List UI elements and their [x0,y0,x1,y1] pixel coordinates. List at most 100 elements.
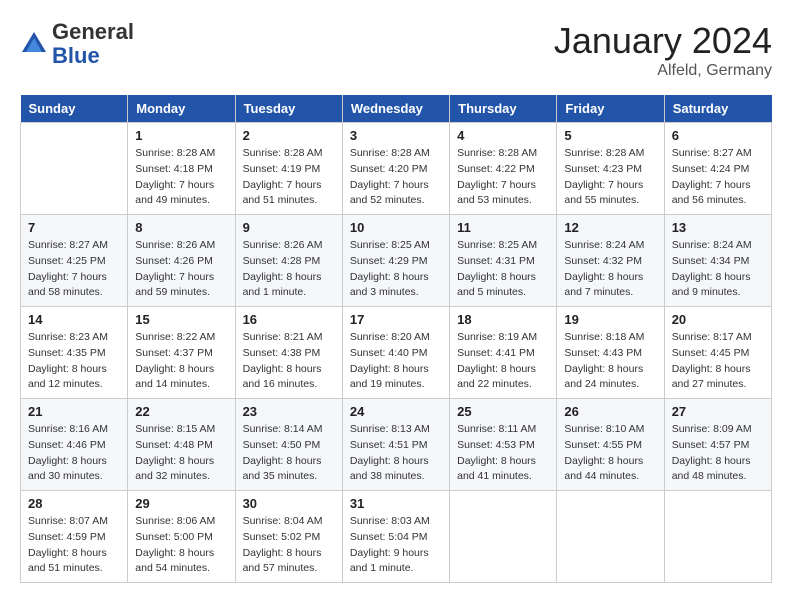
calendar-week-2: 7 Sunrise: 8:27 AMSunset: 4:25 PMDaylight… [21,215,772,307]
day-number: 16 [243,312,335,327]
calendar-week-4: 21 Sunrise: 8:16 AMSunset: 4:46 PMDayligh… [21,399,772,491]
day-number: 12 [564,220,656,235]
day-info: Sunrise: 8:28 AMSunset: 4:18 PMDaylight:… [135,146,227,209]
header-row: Sunday Monday Tuesday Wednesday Thursday… [21,95,772,123]
day-info: Sunrise: 8:24 AMSunset: 4:34 PMDaylight:… [672,238,764,301]
day-info: Sunrise: 8:13 AMSunset: 4:51 PMDaylight:… [350,422,442,485]
col-friday: Friday [557,95,664,123]
day-number: 22 [135,404,227,419]
day-info: Sunrise: 8:28 AMSunset: 4:19 PMDaylight:… [243,146,335,209]
calendar-cell: 24 Sunrise: 8:13 AMSunset: 4:51 PMDayligh… [342,399,449,491]
day-number: 31 [350,496,442,511]
calendar-cell: 11 Sunrise: 8:25 AMSunset: 4:31 PMDayligh… [450,215,557,307]
calendar-cell: 7 Sunrise: 8:27 AMSunset: 4:25 PMDaylight… [21,215,128,307]
day-number: 15 [135,312,227,327]
day-info: Sunrise: 8:18 AMSunset: 4:43 PMDaylight:… [564,330,656,393]
col-wednesday: Wednesday [342,95,449,123]
calendar-cell: 14 Sunrise: 8:23 AMSunset: 4:35 PMDayligh… [21,307,128,399]
calendar-cell: 13Sunrise: 8:24 AMSunset: 4:34 PMDayligh… [664,215,771,307]
calendar-cell: 5 Sunrise: 8:28 AMSunset: 4:23 PMDaylight… [557,123,664,215]
day-info: Sunrise: 8:16 AMSunset: 4:46 PMDaylight:… [28,422,120,485]
calendar-table: Sunday Monday Tuesday Wednesday Thursday… [20,95,772,583]
calendar-cell: 26 Sunrise: 8:10 AMSunset: 4:55 PMDayligh… [557,399,664,491]
day-number: 6 [672,128,764,143]
day-number: 11 [457,220,549,235]
calendar-cell [450,491,557,583]
day-number: 29 [135,496,227,511]
day-number: 14 [28,312,120,327]
day-info: Sunrise: 8:28 AMSunset: 4:20 PMDaylight:… [350,146,442,209]
calendar-cell: 21 Sunrise: 8:16 AMSunset: 4:46 PMDayligh… [21,399,128,491]
calendar-cell: 9Sunrise: 8:26 AMSunset: 4:28 PMDaylight… [235,215,342,307]
day-info: Sunrise: 8:21 AMSunset: 4:38 PMDaylight:… [243,330,335,393]
col-tuesday: Tuesday [235,95,342,123]
day-info: Sunrise: 8:22 AMSunset: 4:37 PMDaylight:… [135,330,227,393]
day-info: Sunrise: 8:20 AMSunset: 4:40 PMDaylight:… [350,330,442,393]
calendar-cell: 2Sunrise: 8:28 AMSunset: 4:19 PMDaylight… [235,123,342,215]
calendar-cell: 29 Sunrise: 8:06 AMSunset: 5:00 PMDayligh… [128,491,235,583]
day-info: Sunrise: 8:06 AMSunset: 5:00 PMDaylight:… [135,514,227,577]
day-number: 5 [564,128,656,143]
day-info: Sunrise: 8:17 AMSunset: 4:45 PMDaylight:… [672,330,764,393]
calendar-cell: 17 Sunrise: 8:20 AMSunset: 4:40 PMDayligh… [342,307,449,399]
calendar-cell: 22 Sunrise: 8:15 AMSunset: 4:48 PMDayligh… [128,399,235,491]
calendar-week-1: 1 Sunrise: 8:28 AMSunset: 4:18 PMDaylight… [21,123,772,215]
title-block: January 2024 Alfeld, Germany [554,20,772,80]
col-saturday: Saturday [664,95,771,123]
day-number: 21 [28,404,120,419]
day-number: 19 [564,312,656,327]
day-info: Sunrise: 8:04 AMSunset: 5:02 PMDaylight:… [243,514,335,577]
calendar-cell: 16 Sunrise: 8:21 AMSunset: 4:38 PMDayligh… [235,307,342,399]
day-info: Sunrise: 8:25 AMSunset: 4:31 PMDaylight:… [457,238,549,301]
logo: General Blue [20,20,134,68]
calendar-cell: 12 Sunrise: 8:24 AMSunset: 4:32 PMDayligh… [557,215,664,307]
calendar-week-3: 14 Sunrise: 8:23 AMSunset: 4:35 PMDayligh… [21,307,772,399]
day-info: Sunrise: 8:24 AMSunset: 4:32 PMDaylight:… [564,238,656,301]
day-number: 24 [350,404,442,419]
day-info: Sunrise: 8:19 AMSunset: 4:41 PMDaylight:… [457,330,549,393]
calendar-cell: 23Sunrise: 8:14 AMSunset: 4:50 PMDayligh… [235,399,342,491]
calendar-cell: 3 Sunrise: 8:28 AMSunset: 4:20 PMDaylight… [342,123,449,215]
calendar-cell: 19 Sunrise: 8:18 AMSunset: 4:43 PMDayligh… [557,307,664,399]
col-thursday: Thursday [450,95,557,123]
day-info: Sunrise: 8:10 AMSunset: 4:55 PMDaylight:… [564,422,656,485]
day-info: Sunrise: 8:28 AMSunset: 4:23 PMDaylight:… [564,146,656,209]
day-info: Sunrise: 8:27 AMSunset: 4:25 PMDaylight:… [28,238,120,301]
day-number: 25 [457,404,549,419]
day-info: Sunrise: 8:27 AMSunset: 4:24 PMDaylight:… [672,146,764,209]
day-info: Sunrise: 8:26 AMSunset: 4:28 PMDaylight:… [243,238,335,301]
calendar-cell: 15 Sunrise: 8:22 AMSunset: 4:37 PMDayligh… [128,307,235,399]
calendar-cell: 28Sunrise: 8:07 AMSunset: 4:59 PMDayligh… [21,491,128,583]
day-number: 10 [350,220,442,235]
calendar-cell: 18 Sunrise: 8:19 AMSunset: 4:41 PMDayligh… [450,307,557,399]
col-monday: Monday [128,95,235,123]
calendar-cell: 4Sunrise: 8:28 AMSunset: 4:22 PMDaylight… [450,123,557,215]
day-number: 3 [350,128,442,143]
day-number: 17 [350,312,442,327]
day-number: 4 [457,128,549,143]
day-number: 26 [564,404,656,419]
col-sunday: Sunday [21,95,128,123]
calendar-cell: 30Sunrise: 8:04 AMSunset: 5:02 PMDayligh… [235,491,342,583]
day-number: 20 [672,312,764,327]
calendar-cell: 31 Sunrise: 8:03 AMSunset: 5:04 PMDayligh… [342,491,449,583]
logo-general: General [52,19,134,44]
calendar-cell: 6 Sunrise: 8:27 AMSunset: 4:24 PMDaylight… [664,123,771,215]
day-info: Sunrise: 8:23 AMSunset: 4:35 PMDaylight:… [28,330,120,393]
day-info: Sunrise: 8:03 AMSunset: 5:04 PMDaylight:… [350,514,442,577]
day-number: 18 [457,312,549,327]
day-info: Sunrise: 8:15 AMSunset: 4:48 PMDaylight:… [135,422,227,485]
day-info: Sunrise: 8:09 AMSunset: 4:57 PMDaylight:… [672,422,764,485]
calendar-cell: 25 Sunrise: 8:11 AMSunset: 4:53 PMDayligh… [450,399,557,491]
day-info: Sunrise: 8:26 AMSunset: 4:26 PMDaylight:… [135,238,227,301]
day-number: 27 [672,404,764,419]
day-number: 28 [28,496,120,511]
logo-text: General Blue [52,20,134,68]
calendar-cell: 8Sunrise: 8:26 AMSunset: 4:26 PMDaylight… [128,215,235,307]
calendar-cell [557,491,664,583]
month-title: January 2024 [554,20,772,62]
day-number: 1 [135,128,227,143]
day-info: Sunrise: 8:14 AMSunset: 4:50 PMDaylight:… [243,422,335,485]
day-number: 7 [28,220,120,235]
day-info: Sunrise: 8:11 AMSunset: 4:53 PMDaylight:… [457,422,549,485]
